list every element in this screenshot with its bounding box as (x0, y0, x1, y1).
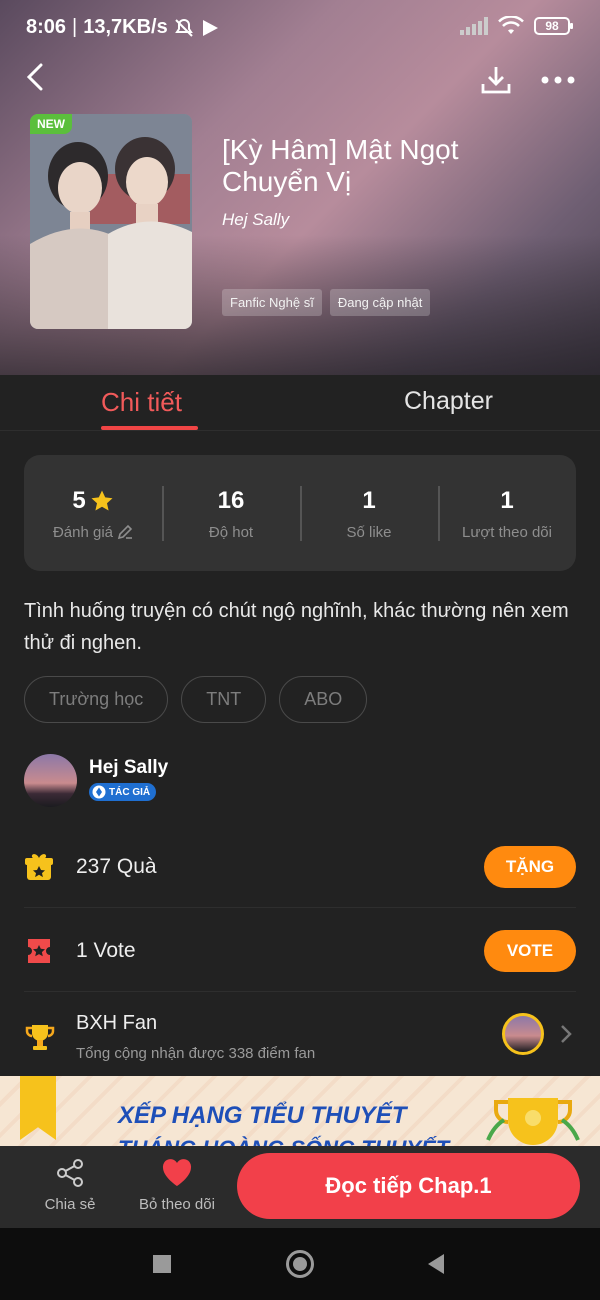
recent-apps-button[interactable] (153, 1255, 171, 1273)
rating-label: Đánh giá (52, 523, 114, 541)
bell-muted-icon (174, 18, 193, 37)
category-chips: Fanfic Nghệ sĩ Đang cập nhật (222, 289, 431, 316)
tab-detail[interactable]: Chi tiết (101, 387, 182, 418)
gift-row: 237 Quà TẶNG (24, 844, 576, 890)
hot-label: Độ hot (208, 523, 254, 541)
top-fan-avatar[interactable] (502, 1013, 544, 1055)
vote-count: 1 (76, 939, 88, 962)
followers-label: Lượt theo dõi (462, 523, 552, 541)
unfollow-button[interactable]: Bỏ theo dõi (134, 1158, 220, 1213)
chevron-left-icon (26, 63, 43, 91)
share-label: Chia sẻ (44, 1196, 96, 1213)
vote-row: 1 Vote VOTE (24, 928, 576, 974)
gift-unit: Quà (116, 855, 157, 878)
status-chip: Đang cập nhật (329, 289, 431, 316)
author-role-badge: TÁC GIẢ (89, 783, 157, 801)
tag-item[interactable]: ABO (279, 676, 368, 723)
hot-value: 16 (217, 486, 245, 514)
more-horizontal-icon (541, 76, 575, 84)
stat-hot: 16 Độ hot (162, 485, 300, 541)
wifi-icon (498, 16, 524, 34)
stat-followers: 1 Lượt theo dõi (438, 485, 576, 541)
send-gift-button[interactable]: TẶNG (484, 846, 576, 888)
author-name: Hej Sally (89, 757, 169, 778)
bookmark-ribbon (20, 1076, 56, 1140)
separator: | (72, 16, 78, 38)
rating-value: 5 (72, 486, 86, 514)
stat-rating[interactable]: 5 Đánh giá (24, 486, 162, 541)
cover-image (30, 114, 192, 329)
likes-value: 1 (362, 486, 376, 514)
fan-ranking-subtitle: Tổng cộng nhận được 338 điểm fan (76, 1045, 316, 1062)
vote-ticket-icon (28, 939, 50, 963)
network-speed: 13,7KB/s (83, 16, 168, 38)
continue-reading-button[interactable]: Đọc tiếp Chap.1 (237, 1153, 580, 1219)
book-header: 8:06 | 13,7KB/s 98 NEW [Kỳ Hâm] Mật Ngọt… (0, 0, 600, 375)
more-options-button[interactable] (538, 66, 578, 94)
unfollow-label: Bỏ theo dõi (139, 1196, 215, 1213)
fan-ranking-title: BXH Fan (76, 1012, 158, 1034)
signal-icon (460, 17, 488, 35)
status-bar: 8:06 | 13,7KB/s 98 (0, 0, 600, 56)
divider (24, 907, 576, 908)
share-button[interactable]: Chia sẻ (40, 1158, 100, 1213)
ranking-banner[interactable]: XẾP HẠNG TIỂU THUYẾT THÁNG HOÀNG SỐNG TH… (0, 1076, 600, 1146)
star-icon (91, 490, 113, 510)
category-chip[interactable]: Fanfic Nghệ sĩ (222, 289, 322, 316)
trophy-icon (25, 1025, 55, 1050)
author-role-label: TÁC GIẢ (109, 786, 151, 798)
home-button[interactable] (286, 1250, 314, 1278)
share-icon (57, 1159, 83, 1187)
play-icon (202, 19, 218, 36)
tag-list: Trường học TNT ABO (24, 676, 368, 723)
avatar[interactable] (24, 754, 77, 807)
gift-icon (25, 854, 53, 880)
likes-label: Số like (346, 523, 392, 541)
banner-line-1: XẾP HẠNG TIỂU THUYẾT (118, 1102, 407, 1129)
bottom-action-bar: Chia sẻ Bỏ theo dõi Đọc tiếp Chap.1 (0, 1146, 600, 1228)
gift-count: 237 (76, 855, 112, 878)
diamond-icon (92, 785, 106, 799)
heart-icon (162, 1159, 192, 1186)
pencil-icon (117, 524, 133, 540)
home-inner-dot (293, 1257, 307, 1271)
back-triangle-icon[interactable] (426, 1253, 446, 1275)
trophy-cup-icon (486, 1098, 580, 1145)
tag-item[interactable]: Trường học (24, 676, 169, 723)
book-author[interactable]: Hej Sally (222, 210, 289, 230)
back-button[interactable] (20, 60, 50, 94)
chevron-right-icon (561, 1025, 572, 1043)
tab-bar: Chi tiết Chapter (0, 375, 600, 431)
system-navigation-bar (0, 1228, 600, 1300)
detail-content: 5 Đánh giá 16 Độ hot 1 Số like 1 Lượt th… (0, 431, 600, 1076)
vote-unit: Vote (93, 939, 136, 962)
tag-item[interactable]: TNT (181, 676, 267, 723)
download-icon (481, 67, 511, 94)
author-card[interactable]: Hej Sally TÁC GIẢ (24, 754, 168, 807)
banner-line-2: THÁNG HOÀNG SỐNG THUYẾT (118, 1136, 449, 1146)
book-title: [Kỳ Hâm] Mật Ngọt Chuyển Vị (222, 134, 459, 197)
clock: 8:06 (26, 16, 67, 38)
download-button[interactable] (478, 62, 514, 98)
book-description: Tình huống truyện có chút ngộ nghĩnh, kh… (24, 600, 569, 654)
active-tab-indicator (101, 426, 198, 430)
fan-ranking-row[interactable]: BXH Fan Tổng cộng nhận được 338 điểm fan (24, 1007, 576, 1067)
vote-button[interactable]: VOTE (484, 930, 576, 972)
new-badge: NEW (30, 114, 72, 134)
stats-card: 5 Đánh giá 16 Độ hot 1 Số like 1 Lượt th… (24, 455, 576, 571)
stat-likes: 1 Số like (300, 485, 438, 541)
followers-value: 1 (500, 486, 514, 514)
tab-chapter[interactable]: Chapter (404, 387, 493, 416)
battery-indicator: 98 (534, 17, 573, 35)
divider (24, 991, 576, 992)
book-cover[interactable]: NEW (30, 114, 192, 329)
